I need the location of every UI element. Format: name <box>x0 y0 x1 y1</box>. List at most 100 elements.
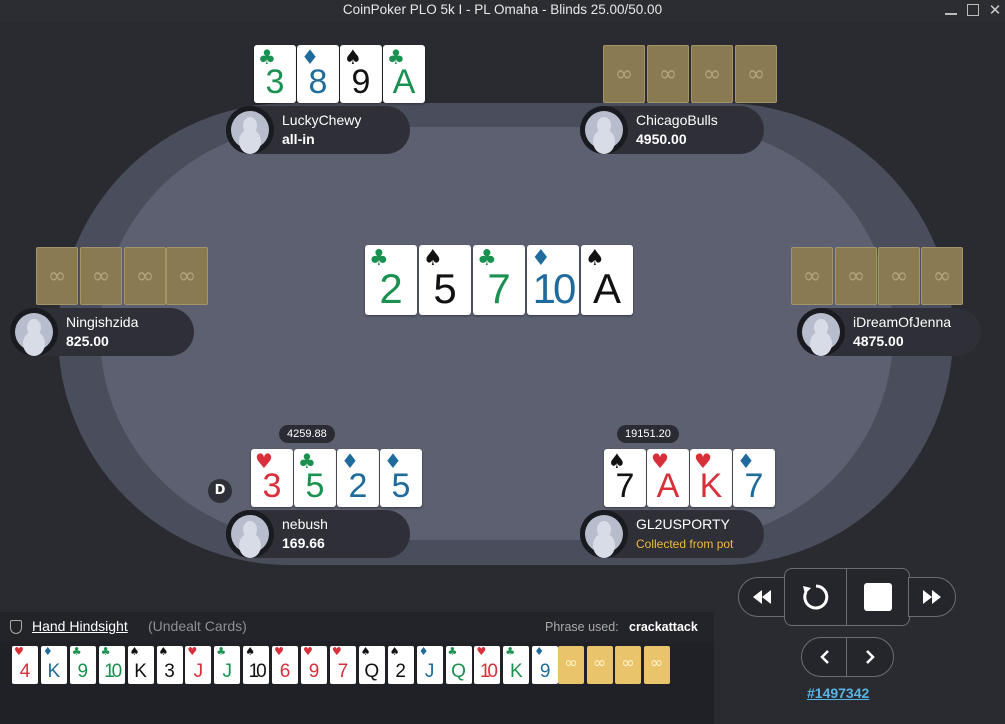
card-suit: ♦ <box>418 646 429 658</box>
player-stack: 825.00 <box>66 333 109 349</box>
card-rank: 3 <box>265 63 285 101</box>
minimize-icon[interactable] <box>943 2 959 18</box>
playing-card: ♣ 9 <box>69 646 96 684</box>
card-rank: 7 <box>337 661 349 682</box>
hindsight-title-link[interactable]: Hand Hindsight <box>32 618 128 634</box>
card-back <box>735 45 777 103</box>
card-suit: ♠ <box>389 646 400 658</box>
playing-card: ♥ 9 <box>301 646 327 684</box>
seat-ningishzida[interactable]: Ningishzida 825.00 <box>10 308 194 356</box>
seat-nebush[interactable]: nebush 169.66 <box>226 510 410 558</box>
playing-card: ♦ J <box>416 646 443 684</box>
player-name: nebush <box>282 516 328 532</box>
card-suit: ♦ <box>534 646 545 658</box>
card-rank: K <box>509 661 523 682</box>
avatar <box>580 106 628 154</box>
card-rank: 10 <box>104 661 122 682</box>
card-rank: 9 <box>77 661 89 682</box>
card-rank: 3 <box>164 661 175 682</box>
playing-card: ♣ Q <box>445 646 472 684</box>
card-suit: ♠ <box>360 646 371 658</box>
close-icon[interactable]: ✕ <box>987 2 1003 18</box>
rewind-icon <box>753 590 771 604</box>
card-rank: 6 <box>279 661 291 682</box>
card-rank: 5 <box>391 467 411 505</box>
player-name: iDreamOfJenna <box>853 314 952 330</box>
card-rank: 10 <box>248 661 267 682</box>
card-suit: ♥ <box>303 646 313 658</box>
card-suit: ♥ <box>14 646 24 658</box>
playing-card: ♣ K <box>503 646 530 684</box>
player-stack: all-in <box>282 131 315 147</box>
card-suit: ♥ <box>476 646 487 658</box>
seat-idreamofjenna[interactable]: iDreamOfJenna 4875.00 <box>797 308 981 356</box>
avatar <box>226 510 274 558</box>
stop-icon <box>864 583 892 611</box>
card-rank: J <box>424 661 435 682</box>
playing-card: ♦ 5 <box>380 449 422 507</box>
playing-card: ♠ 5 <box>419 245 471 315</box>
playing-card: ♠ A <box>581 245 633 315</box>
card-rank: J <box>193 661 204 682</box>
card-rank: K <box>134 661 147 682</box>
playing-card: ♥ 6 <box>272 646 299 684</box>
card-suit: ♥ <box>274 646 284 658</box>
card-back <box>691 45 733 103</box>
playing-card: ♠ K <box>127 646 154 684</box>
playing-card: ♦ K <box>40 646 67 684</box>
playing-card: ♣ 10 <box>98 646 125 684</box>
next-step-button[interactable] <box>846 637 894 677</box>
playing-card: ♠ 3 <box>156 646 183 684</box>
phrase-value: crackattack <box>629 620 698 634</box>
card-rank: 7 <box>615 467 635 505</box>
card-rank: A <box>656 467 680 505</box>
hindsight-header: Hand Hindsight (Undealt Cards) Phrase us… <box>0 612 714 642</box>
card-suit: ♣ <box>447 646 458 658</box>
card-suit: ♥ <box>331 646 342 658</box>
card-suit: ♠ <box>158 646 169 658</box>
card-suit: ♥ <box>187 646 198 658</box>
card-suit: ♣ <box>216 646 227 658</box>
playing-card: ♠ 2 <box>387 646 414 684</box>
player-stack: 169.66 <box>282 535 325 551</box>
undealt-card-back <box>558 646 584 684</box>
maximize-icon[interactable] <box>965 2 981 18</box>
title-bar: CoinPoker PLO 5k I - PL Omaha - Blinds 2… <box>0 0 1005 22</box>
replay-icon <box>803 584 829 610</box>
card-suit: ♠ <box>245 646 256 658</box>
card-rank: Q <box>364 661 380 682</box>
player-name: LuckyChewy <box>282 112 362 128</box>
seat-gl2usporty[interactable]: GL2USPORTY Collected from pot <box>580 510 764 558</box>
undealt-card-back <box>615 646 641 684</box>
card-back <box>603 45 645 103</box>
playing-card: ♦ 7 <box>733 449 775 507</box>
card-rank: A <box>592 265 621 312</box>
playing-card: ♣ 3 <box>254 45 296 103</box>
card-suit: ♣ <box>100 646 111 658</box>
playing-card: ♠ Q <box>358 646 385 684</box>
card-rank: 4 <box>19 661 31 682</box>
stop-button[interactable] <box>846 568 910 626</box>
playing-card: ♥ A <box>647 449 689 507</box>
replay-button[interactable] <box>784 568 848 626</box>
seat-chicagobulls[interactable]: ChicagoBulls 4950.00 <box>580 106 764 154</box>
player-stack: 4875.00 <box>853 333 904 349</box>
previous-step-button[interactable] <box>801 637 848 677</box>
playing-card: ♥ 4 <box>12 646 38 684</box>
card-back <box>36 247 78 305</box>
playing-card: ♣ A <box>383 45 425 103</box>
chevron-right-icon <box>866 650 875 664</box>
card-rank: 10 <box>532 265 577 312</box>
seat-luckychewy[interactable]: LuckyChewy all-in <box>226 106 410 154</box>
card-rank: 9 <box>308 661 320 682</box>
shield-icon <box>10 620 22 634</box>
fast-forward-icon <box>923 590 941 604</box>
card-rank: K <box>47 661 61 682</box>
fast-forward-button[interactable] <box>908 577 956 617</box>
playing-card: ♠ 10 <box>243 646 270 684</box>
playing-card: ♣ 7 <box>473 245 525 315</box>
rewind-button[interactable] <box>738 577 786 617</box>
player-status: Collected from pot <box>636 537 734 551</box>
hand-id-link[interactable]: #1497342 <box>807 685 869 701</box>
card-suit: ♣ <box>71 646 82 658</box>
